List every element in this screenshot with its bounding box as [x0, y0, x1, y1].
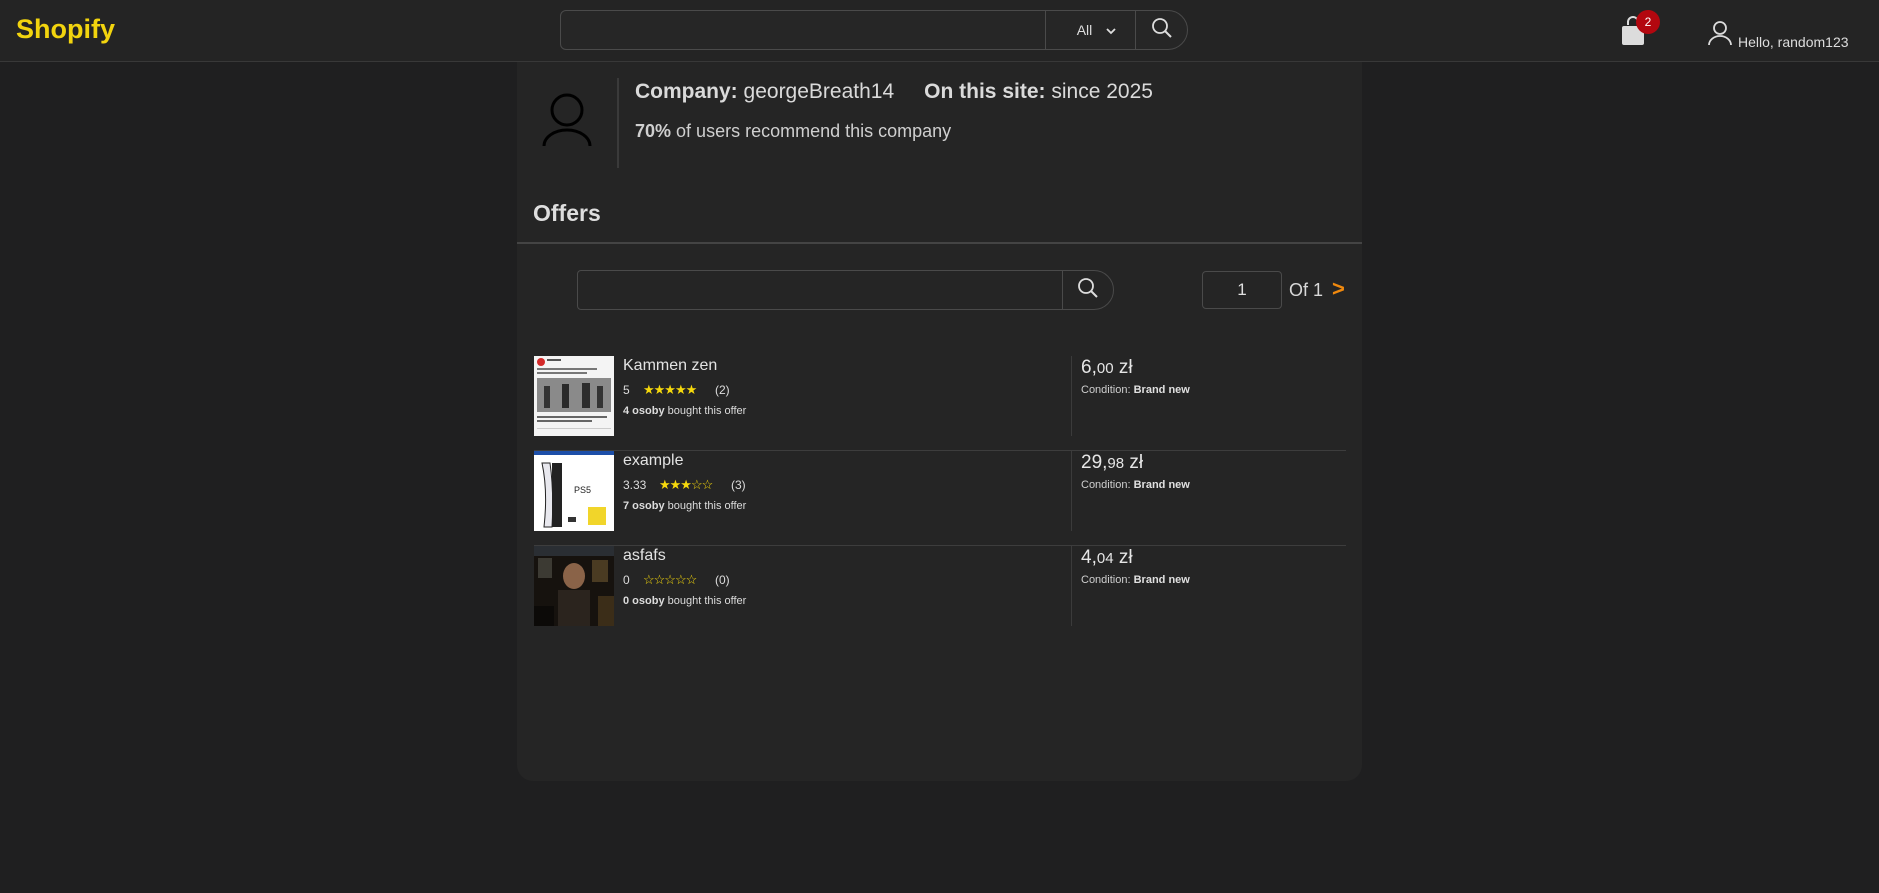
condition-value: Brand new: [1133, 384, 1190, 396]
category-select[interactable]: All: [1046, 11, 1136, 49]
offer-bought-info: 4 osoby bought this offer: [623, 405, 746, 417]
recommend-text: of users recommend this company: [676, 121, 952, 141]
offer-divider: [1071, 451, 1072, 531]
offers-search-button[interactable]: [1063, 271, 1113, 309]
category-select-value: All: [1076, 22, 1093, 38]
offer-title[interactable]: asfafs: [623, 547, 666, 565]
offer-thumbnail[interactable]: [534, 546, 614, 626]
price-main: 6,: [1081, 357, 1097, 378]
bought-count: 7 osoby: [623, 500, 665, 512]
star-rating-icon: ★★★☆☆: [659, 477, 713, 492]
price-currency: zł: [1118, 547, 1133, 568]
bought-text: bought this offer: [667, 405, 747, 417]
recommendation-info: 70% of users recommend this company: [635, 121, 951, 142]
search-icon: [1077, 277, 1099, 304]
offers-divider: [517, 242, 1362, 244]
cart-count-badge: 2: [1636, 10, 1660, 34]
page-total: Of 1: [1289, 280, 1324, 300]
svg-text:PS5: PS5: [574, 485, 591, 495]
offer-bought-info: 7 osoby bought this offer: [623, 500, 746, 512]
cart-button[interactable]: 2: [1620, 10, 1660, 46]
offers-search-input[interactable]: [578, 271, 1063, 309]
company-avatar-icon: [541, 92, 593, 153]
price-main: 29,: [1081, 452, 1108, 473]
condition-value: Brand new: [1133, 479, 1190, 491]
price-cents: 00: [1096, 360, 1114, 377]
price-cents: 98: [1107, 455, 1125, 472]
company-name: georgeBreath14: [743, 80, 895, 103]
offer-row[interactable]: asfafs 0 ☆☆☆☆☆ (0) 0 osoby bought this o…: [534, 546, 1346, 641]
top-navbar: Shopify All 2 Hello, random123: [0, 0, 1879, 62]
offer-row[interactable]: PS5 example 3.33 ★★★☆☆ (3) 7 osoby bough…: [534, 451, 1346, 546]
next-page-button[interactable]: >: [1332, 276, 1345, 302]
bought-text: bought this offer: [667, 595, 747, 607]
offer-price: 29,98 zł: [1081, 452, 1143, 474]
company-label: Company:: [635, 80, 738, 103]
offer-price: 4,04 zł: [1081, 547, 1133, 569]
user-greeting: Hello, random123: [1738, 34, 1849, 50]
site-logo[interactable]: Shopify: [16, 14, 115, 45]
offer-rating: 0 ☆☆☆☆☆ (0): [623, 572, 730, 588]
offer-divider: [1071, 546, 1072, 626]
star-rating-icon: ★★★★★: [643, 382, 697, 397]
condition-label: Condition:: [1081, 574, 1131, 586]
chevron-down-icon: [1106, 22, 1116, 38]
rating-value: 5: [623, 383, 630, 397]
offers-search-bar: [577, 270, 1114, 310]
price-cents: 04: [1096, 550, 1114, 567]
offer-thumbnail[interactable]: [534, 356, 614, 436]
site-label: On this site:: [924, 80, 1046, 103]
offer-thumbnail[interactable]: PS5: [534, 451, 614, 531]
condition-label: Condition:: [1081, 384, 1131, 396]
profile-divider: [617, 78, 619, 168]
price-currency: zł: [1129, 452, 1144, 473]
search-icon: [1151, 17, 1173, 44]
review-count: (3): [731, 478, 746, 492]
main-search-input[interactable]: [561, 11, 1046, 49]
main-search-button[interactable]: [1136, 11, 1187, 49]
star-rating-icon: ☆☆☆☆☆: [643, 572, 697, 587]
offer-condition: Condition: Brand new: [1081, 574, 1190, 586]
offer-title[interactable]: example: [623, 452, 683, 470]
page-number-input[interactable]: [1202, 271, 1282, 309]
offers-heading: Offers: [533, 200, 601, 226]
offer-title[interactable]: Kammen zen: [623, 357, 717, 375]
company-profile-card: Company: georgeBreath14 On this site: sin…: [517, 62, 1362, 781]
review-count: (0): [715, 573, 730, 587]
offer-condition: Condition: Brand new: [1081, 384, 1190, 396]
condition-value: Brand new: [1133, 574, 1190, 586]
review-count: (2): [715, 383, 730, 397]
company-info: Company: georgeBreath14 On this site: sin…: [635, 80, 1153, 104]
account-menu[interactable]: Hello, random123: [1708, 20, 1849, 51]
offer-row[interactable]: Kammen zen 5 ★★★★★ (2) 4 osoby bought th…: [534, 356, 1346, 451]
recommend-percent: 70%: [635, 121, 672, 141]
offer-bought-info: 0 osoby bought this offer: [623, 595, 746, 607]
main-search-bar: All: [560, 10, 1188, 50]
price-currency: zł: [1118, 357, 1133, 378]
rating-value: 0: [623, 573, 630, 587]
offer-condition: Condition: Brand new: [1081, 479, 1190, 491]
offer-divider: [1071, 356, 1072, 436]
offer-price: 6,00 zł: [1081, 357, 1133, 379]
offer-rating: 3.33 ★★★☆☆ (3): [623, 477, 746, 493]
price-main: 4,: [1081, 547, 1097, 568]
bought-count: 0 osoby: [623, 595, 665, 607]
bought-text: bought this offer: [667, 500, 747, 512]
bought-count: 4 osoby: [623, 405, 665, 417]
user-icon: [1708, 20, 1732, 51]
condition-label: Condition:: [1081, 479, 1131, 491]
rating-value: 3.33: [623, 478, 647, 492]
site-since: since 2025: [1051, 80, 1153, 103]
offer-rating: 5 ★★★★★ (2): [623, 382, 730, 398]
